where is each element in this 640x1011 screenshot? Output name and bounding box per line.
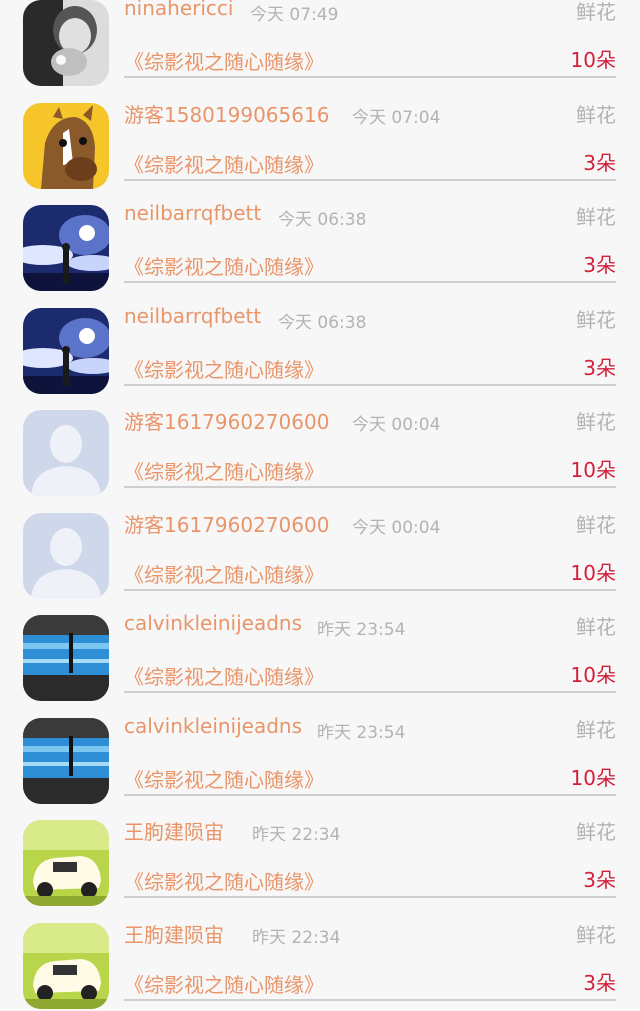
default-person-avatar-icon bbox=[23, 513, 109, 599]
timestamp: 今天 00:04 bbox=[352, 410, 440, 435]
toy-car-avatar-icon bbox=[23, 820, 109, 906]
night-sky-girl-avatar-icon bbox=[23, 205, 109, 291]
drama-title[interactable]: 《综影视之随心随缘》 bbox=[124, 559, 324, 588]
username[interactable]: ninahericci bbox=[124, 0, 233, 20]
gift-count: 10朵 bbox=[571, 659, 616, 688]
aquarium-avatar-icon bbox=[23, 615, 109, 701]
list-item[interactable]: 王朐建陨宙 昨天 22:34 鲜花 《综影视之随心随缘》 3朵 bbox=[0, 806, 640, 909]
timestamp: 今天 07:04 bbox=[352, 103, 440, 128]
avatar[interactable] bbox=[23, 820, 109, 906]
username[interactable]: calvinkleinijeadns bbox=[124, 611, 302, 635]
divider bbox=[124, 384, 616, 386]
timestamp: 今天 06:38 bbox=[278, 308, 366, 333]
drama-title[interactable]: 《综影视之随心随缘》 bbox=[124, 456, 324, 485]
boy-bw-avatar-icon bbox=[23, 0, 109, 86]
drama-title[interactable]: 《综影视之随心随缘》 bbox=[124, 866, 324, 895]
list-item[interactable]: 游客1617960270600 今天 00:04 鲜花 《综影视之随心随缘》 1… bbox=[0, 499, 640, 602]
username[interactable]: 王朐建陨宙 bbox=[124, 816, 224, 845]
gift-count: 10朵 bbox=[571, 44, 616, 73]
timestamp: 昨天 23:54 bbox=[317, 615, 405, 640]
drama-title[interactable]: 《综影视之随心随缘》 bbox=[124, 764, 324, 793]
divider bbox=[124, 76, 616, 78]
avatar[interactable] bbox=[23, 0, 109, 86]
list-item[interactable]: neilbarrqfbett 今天 06:38 鲜花 《综影视之随心随缘》 3朵 bbox=[0, 191, 640, 294]
divider bbox=[124, 794, 616, 796]
aquarium-avatar-icon bbox=[23, 718, 109, 804]
timestamp: 今天 00:04 bbox=[352, 513, 440, 538]
username[interactable]: 王朐建陨宙 bbox=[124, 919, 224, 948]
timestamp: 昨天 23:54 bbox=[317, 718, 405, 743]
gift-type-label: 鲜花 bbox=[576, 406, 616, 435]
list-item[interactable]: calvinkleinijeadns 昨天 23:54 鲜花 《综影视之随心随缘… bbox=[0, 704, 640, 807]
gift-type-label: 鲜花 bbox=[576, 201, 616, 230]
username[interactable]: calvinkleinijeadns bbox=[124, 714, 302, 738]
username[interactable]: neilbarrqfbett bbox=[124, 304, 261, 328]
avatar[interactable] bbox=[23, 410, 109, 496]
gift-type-label: 鲜花 bbox=[576, 509, 616, 538]
drama-title[interactable]: 《综影视之随心随缘》 bbox=[124, 149, 324, 178]
username[interactable]: 游客1617960270600 bbox=[124, 509, 329, 538]
drama-title[interactable]: 《综影视之随心随缘》 bbox=[124, 969, 324, 998]
gift-type-label: 鲜花 bbox=[576, 816, 616, 845]
drama-title[interactable]: 《综影视之随心随缘》 bbox=[124, 251, 324, 280]
list-item[interactable]: ninahericci 今天 07:49 鲜花 《综影视之随心随缘》 10朵 bbox=[0, 0, 640, 89]
toy-car-avatar-icon bbox=[23, 923, 109, 1009]
username[interactable]: neilbarrqfbett bbox=[124, 201, 261, 225]
avatar[interactable] bbox=[23, 513, 109, 599]
gift-type-label: 鲜花 bbox=[576, 714, 616, 743]
avatar[interactable] bbox=[23, 103, 109, 189]
username[interactable]: 游客1580199065616 bbox=[124, 99, 329, 128]
list-item[interactable]: 王朐建陨宙 昨天 22:34 鲜花 《综影视之随心随缘》 3朵 bbox=[0, 909, 640, 1011]
avatar[interactable] bbox=[23, 923, 109, 1009]
gift-count: 10朵 bbox=[571, 454, 616, 483]
gift-type-label: 鲜花 bbox=[576, 99, 616, 128]
avatar[interactable] bbox=[23, 615, 109, 701]
gift-count: 3朵 bbox=[583, 967, 616, 996]
timestamp: 今天 07:49 bbox=[250, 0, 338, 25]
gift-count: 3朵 bbox=[583, 352, 616, 381]
drama-title[interactable]: 《综影视之随心随缘》 bbox=[124, 661, 324, 690]
timestamp: 昨天 22:34 bbox=[252, 923, 340, 948]
gift-count: 10朵 bbox=[571, 557, 616, 586]
divider bbox=[124, 179, 616, 181]
gift-record-list: ninahericci 今天 07:49 鲜花 《综影视之随心随缘》 10朵 游… bbox=[0, 0, 640, 1011]
horse-cartoon-avatar-icon bbox=[23, 103, 109, 189]
gift-type-label: 鲜花 bbox=[576, 304, 616, 333]
drama-title[interactable]: 《综影视之随心随缘》 bbox=[124, 354, 324, 383]
list-item[interactable]: 游客1580199065616 今天 07:04 鲜花 《综影视之随心随缘》 3… bbox=[0, 89, 640, 192]
divider bbox=[124, 896, 616, 898]
gift-type-label: 鲜花 bbox=[576, 611, 616, 640]
username[interactable]: 游客1617960270600 bbox=[124, 406, 329, 435]
avatar[interactable] bbox=[23, 308, 109, 394]
gift-count: 3朵 bbox=[583, 864, 616, 893]
gift-type-label: 鲜花 bbox=[576, 0, 616, 25]
divider bbox=[124, 281, 616, 283]
gift-count: 3朵 bbox=[583, 249, 616, 278]
list-item[interactable]: neilbarrqfbett 今天 06:38 鲜花 《综影视之随心随缘》 3朵 bbox=[0, 294, 640, 397]
divider bbox=[124, 486, 616, 488]
divider bbox=[124, 589, 616, 591]
timestamp: 昨天 22:34 bbox=[252, 820, 340, 845]
list-item[interactable]: calvinkleinijeadns 昨天 23:54 鲜花 《综影视之随心随缘… bbox=[0, 601, 640, 704]
avatar[interactable] bbox=[23, 205, 109, 291]
gift-count: 10朵 bbox=[571, 762, 616, 791]
gift-type-label: 鲜花 bbox=[576, 919, 616, 948]
timestamp: 今天 06:38 bbox=[278, 205, 366, 230]
avatar[interactable] bbox=[23, 718, 109, 804]
drama-title[interactable]: 《综影视之随心随缘》 bbox=[124, 46, 324, 75]
list-item[interactable]: 游客1617960270600 今天 00:04 鲜花 《综影视之随心随缘》 1… bbox=[0, 396, 640, 499]
default-person-avatar-icon bbox=[23, 410, 109, 496]
divider bbox=[124, 691, 616, 693]
divider bbox=[124, 999, 616, 1001]
night-sky-girl-avatar-icon bbox=[23, 308, 109, 394]
gift-count: 3朵 bbox=[583, 147, 616, 176]
